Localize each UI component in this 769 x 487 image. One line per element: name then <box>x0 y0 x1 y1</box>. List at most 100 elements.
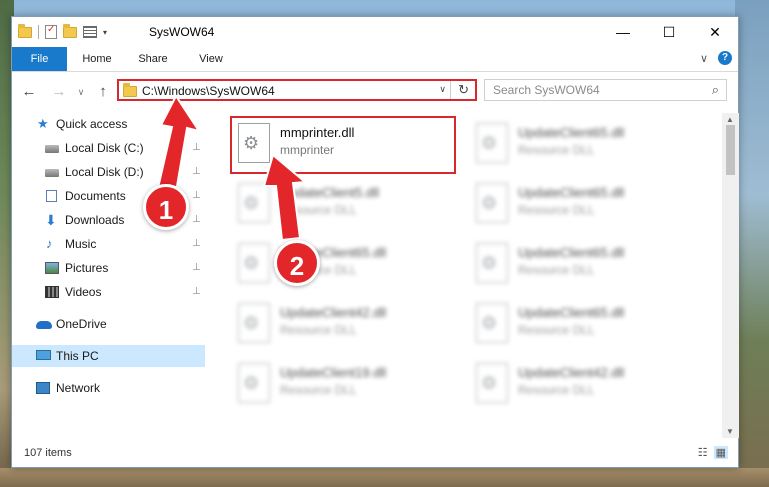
status-bar: 107 items ☷ ▦ <box>12 440 738 467</box>
sidebar-item-local-disk-c[interactable]: Local Disk (C:) ⊥ <box>12 137 205 159</box>
sidebar-item-onedrive[interactable]: OneDrive <box>12 313 205 335</box>
back-button[interactable]: ← <box>20 83 38 101</box>
maximize-button[interactable]: ☐ <box>646 17 692 47</box>
file-explorer-window: ▾ SysWOW64 — ☐ ✕ File Home Share View ∨ … <box>11 16 739 468</box>
address-dropdown-chevron-icon[interactable]: ∨ <box>439 84 446 95</box>
file-item[interactable]: UpdateClient65.dll Resource DLL <box>470 237 700 291</box>
file-item[interactable]: UpdateClient42.dll Resource DLL <box>470 357 700 411</box>
file-item[interactable]: UpdateClient19.dll Resource DLL <box>232 357 462 411</box>
pin-icon: ⊥ <box>192 142 201 153</box>
sidebar-item-label: Quick access <box>56 117 128 131</box>
vertical-scrollbar[interactable]: ▲ ▼ <box>722 113 739 438</box>
pin-icon: ⊥ <box>192 286 201 297</box>
file-item[interactable]: UpdateClient65.dll Resource DLL <box>470 177 700 231</box>
desktop-background-bottom <box>0 468 769 487</box>
expand-ribbon-chevron-icon[interactable]: ∨ <box>700 52 708 65</box>
sidebar-item-label: This PC <box>56 349 99 363</box>
file-name: UpdateClient65.dll <box>518 305 625 320</box>
address-path[interactable]: C:\Windows\SysWOW64 <box>142 84 275 98</box>
tab-share[interactable]: Share <box>126 47 180 71</box>
sidebar-item-music[interactable]: ♪ Music ⊥ <box>12 233 205 255</box>
cloud-icon <box>36 321 52 329</box>
file-item[interactable]: UpdateClient65.dll Resource DLL <box>470 117 700 171</box>
sidebar-item-label: Local Disk (C:) <box>65 141 144 155</box>
pictures-icon <box>45 262 59 274</box>
folder-icon[interactable] <box>18 23 32 38</box>
properties-icon[interactable] <box>45 24 57 39</box>
computer-icon <box>36 350 51 360</box>
tiles-view-icon[interactable]: ▦ <box>713 446 728 459</box>
scrollbar-thumb[interactable] <box>726 125 735 175</box>
sidebar-item-label: Local Disk (D:) <box>65 165 144 179</box>
search-box[interactable]: Search SysWOW64 ⌕ <box>484 79 727 101</box>
pin-icon: ⊥ <box>192 214 201 225</box>
sidebar-item-label: Documents <box>65 189 126 203</box>
sidebar-item-local-disk-d[interactable]: Local Disk (D:) ⊥ <box>12 161 205 183</box>
refresh-icon[interactable]: ↻ <box>458 82 469 98</box>
sidebar-item-this-pc[interactable]: This PC <box>12 345 205 367</box>
desktop-background-right <box>735 0 769 487</box>
item-count: 107 items <box>24 447 72 459</box>
address-folder-icon <box>123 83 137 97</box>
download-icon: ⬇ <box>45 212 57 228</box>
scroll-up-arrow-icon[interactable]: ▲ <box>726 115 734 124</box>
navigation-bar: ← → ∨ ↑ C:\Windows\SysWOW64 ∨ ↻ Search S… <box>12 77 738 107</box>
sidebar-item-label: Pictures <box>65 261 109 275</box>
ribbon-right-controls: ∨ ? <box>700 51 732 65</box>
sidebar-item-quick-access[interactable]: ★ Quick access <box>12 113 205 135</box>
tab-home[interactable]: Home <box>72 47 122 71</box>
sidebar-item-network[interactable]: Network <box>12 377 205 399</box>
music-icon: ♪ <box>46 236 53 251</box>
file-description: Resource DLL <box>280 323 357 337</box>
view-options-icon[interactable] <box>83 26 97 38</box>
network-icon <box>36 382 50 394</box>
search-input[interactable]: Search SysWOW64 <box>493 83 600 97</box>
file-item[interactable]: UpdateClient5.dll Resource DLL <box>232 177 462 231</box>
file-name: UpdateClient42.dll <box>280 305 387 320</box>
dll-file-icon <box>476 123 508 163</box>
file-name: UpdateClient19.dll <box>280 365 387 380</box>
minimize-button[interactable]: — <box>600 17 646 47</box>
file-name: UpdateClient42.dll <box>518 365 625 380</box>
dll-file-icon <box>238 303 270 343</box>
customize-toolbar-caret-icon[interactable]: ▾ <box>103 28 107 37</box>
dll-file-icon <box>238 243 270 283</box>
sidebar-item-label: Videos <box>65 285 102 299</box>
file-item[interactable]: UpdateClient42.dll Resource DLL <box>232 297 462 351</box>
pin-icon: ⊥ <box>192 262 201 273</box>
search-icon[interactable]: ⌕ <box>712 82 719 98</box>
file-name: UpdateClient65.dll <box>518 125 625 140</box>
recent-locations-chevron-icon[interactable]: ∨ <box>72 83 90 101</box>
disk-icon <box>45 169 59 177</box>
tab-file[interactable]: File <box>12 47 67 71</box>
address-separator <box>450 81 451 99</box>
sidebar-item-pictures[interactable]: Pictures ⊥ <box>12 257 205 279</box>
quick-access-toolbar: ▾ <box>18 23 107 40</box>
tab-view[interactable]: View <box>184 47 238 71</box>
up-button[interactable]: ↑ <box>94 83 112 101</box>
dll-file-icon <box>476 363 508 403</box>
sidebar-item-label: Network <box>56 381 101 395</box>
new-folder-icon[interactable] <box>63 23 77 38</box>
highlighted-file-box <box>230 116 456 174</box>
file-description: Resource DLL <box>280 383 357 397</box>
view-switcher: ☷ ▦ <box>698 446 728 459</box>
help-icon[interactable]: ? <box>718 51 732 65</box>
file-description: Resource DLL <box>518 263 595 277</box>
sidebar-item-videos[interactable]: Videos ⊥ <box>12 281 205 303</box>
forward-button[interactable]: → <box>50 83 68 101</box>
dll-file-icon <box>238 363 270 403</box>
file-item[interactable]: UpdateClient65.dll Resource DLL <box>232 237 462 291</box>
step-2-badge: 2 <box>274 240 320 286</box>
details-view-icon[interactable]: ☷ <box>698 446 708 459</box>
sidebar-item-label: OneDrive <box>56 317 107 331</box>
disk-icon <box>45 145 59 153</box>
sidebar-item-label: Downloads <box>65 213 125 227</box>
file-item[interactable]: UpdateClient65.dll Resource DLL <box>470 297 700 351</box>
close-button[interactable]: ✕ <box>692 17 738 47</box>
scroll-down-arrow-icon[interactable]: ▼ <box>726 427 734 436</box>
address-bar[interactable]: C:\Windows\SysWOW64 ∨ ↻ <box>117 79 477 101</box>
file-name: UpdateClient5.dll <box>280 185 380 200</box>
dll-file-icon <box>238 183 270 223</box>
pin-icon: ⊥ <box>192 190 201 201</box>
